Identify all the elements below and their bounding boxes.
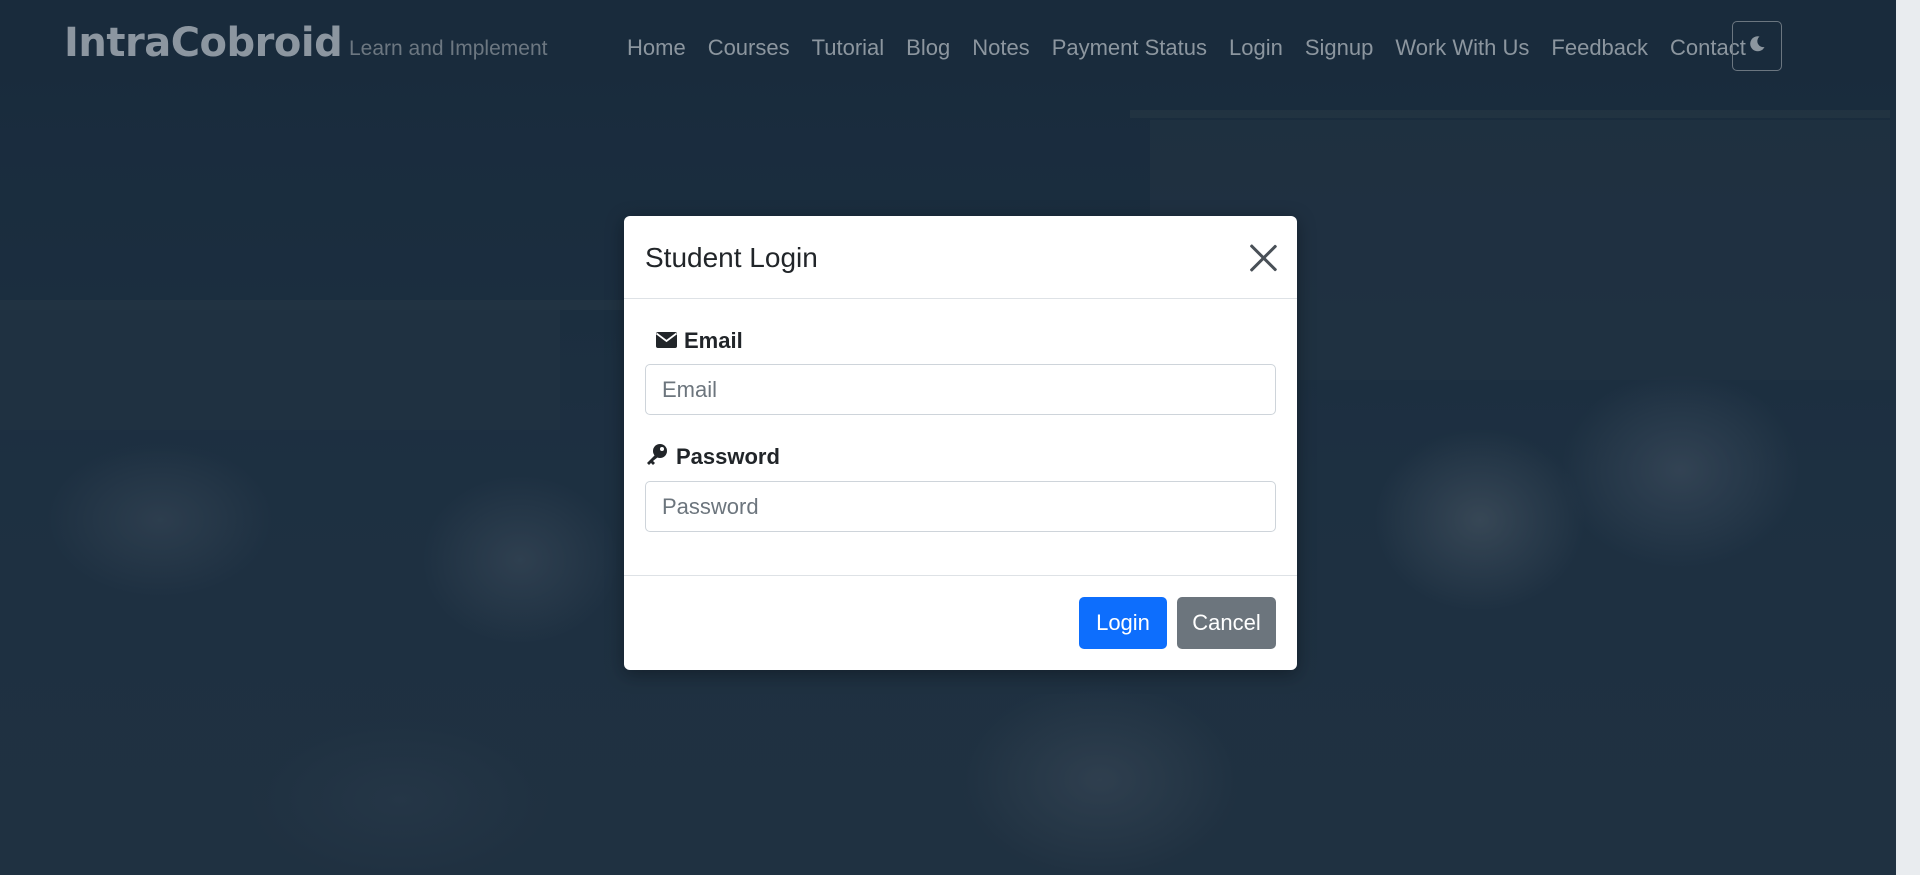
nav-link-tutorial[interactable]: Tutorial [801, 35, 896, 61]
email-field[interactable] [645, 364, 1276, 415]
nav-link-signup[interactable]: Signup [1294, 35, 1385, 61]
moon-icon [1748, 35, 1766, 58]
nav-link-login[interactable]: Login [1218, 35, 1294, 61]
email-label: Email [655, 328, 743, 354]
modal-title: Student Login [645, 242, 818, 273]
password-label-text: Password [676, 444, 780, 469]
nav-link-work-with-us[interactable]: Work With Us [1384, 35, 1540, 61]
key-icon [645, 443, 669, 471]
page: IntraCobroid Learn and Implement Home Co… [0, 0, 1920, 875]
modal-footer: Login Cancel [624, 575, 1297, 670]
modal-header: Student Login [624, 216, 1297, 299]
password-label: Password [645, 443, 780, 471]
cancel-button[interactable]: Cancel [1177, 597, 1276, 649]
brand-logo[interactable]: IntraCobroid [64, 20, 343, 66]
envelope-icon [655, 328, 678, 354]
email-label-text: Email [684, 328, 743, 353]
nav-link-notes[interactable]: Notes [961, 35, 1040, 61]
password-field[interactable] [645, 481, 1276, 532]
nav-link-courses[interactable]: Courses [697, 35, 801, 61]
login-button[interactable]: Login [1079, 597, 1167, 649]
nav-links: Home Courses Tutorial Blog Notes Payment… [627, 35, 1757, 61]
nav-link-blog[interactable]: Blog [895, 35, 961, 61]
scrollbar[interactable] [1896, 0, 1920, 875]
nav-link-home[interactable]: Home [627, 35, 697, 61]
close-icon[interactable] [1249, 243, 1279, 273]
nav-link-payment-status[interactable]: Payment Status [1041, 35, 1218, 61]
login-modal: Student Login Email Password [624, 216, 1297, 670]
nav-link-feedback[interactable]: Feedback [1540, 35, 1659, 61]
navbar: IntraCobroid Learn and Implement Home Co… [0, 0, 1896, 96]
brand-tagline: Learn and Implement [349, 37, 548, 60]
theme-toggle-button[interactable] [1732, 21, 1782, 71]
